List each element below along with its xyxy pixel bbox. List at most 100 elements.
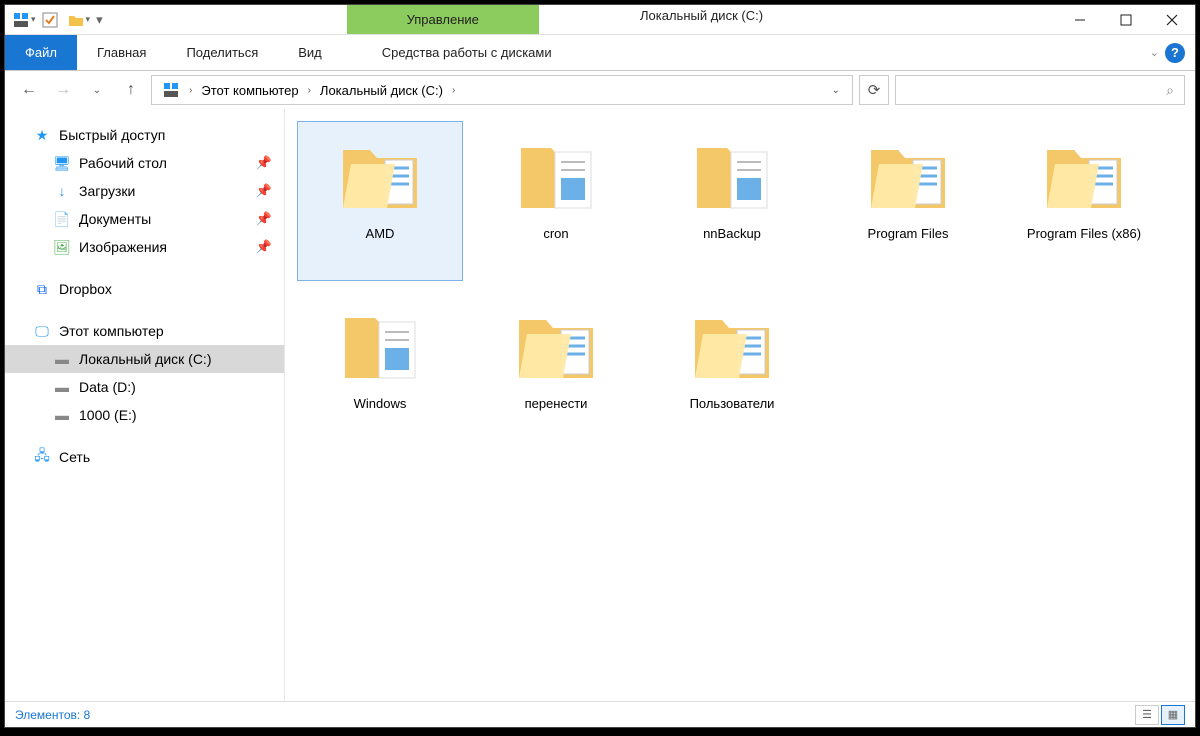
- sidebar-quick-access[interactable]: ★ Быстрый доступ: [5, 121, 284, 149]
- folder-icon: [687, 130, 777, 220]
- folder-item[interactable]: AMD: [297, 121, 463, 281]
- sidebar-item-label: Документы: [79, 211, 151, 227]
- refresh-button[interactable]: ⟳: [859, 75, 889, 105]
- folder-icon: [1039, 130, 1129, 220]
- folder-icon: [511, 300, 601, 390]
- context-tab[interactable]: Управление: [347, 5, 539, 34]
- maximize-button[interactable]: [1103, 5, 1149, 35]
- titlebar: ▾ ▾ ▾ Управление Локальный диск (C:): [5, 5, 1195, 35]
- star-icon: ★: [33, 126, 51, 144]
- sidebar-this-pc[interactable]: 🖵 Этот компьютер: [5, 317, 284, 345]
- folder-item[interactable]: Program Files (x86): [1001, 121, 1167, 281]
- chevron-right-icon[interactable]: ›: [186, 85, 195, 96]
- sidebar-drive-item[interactable]: ▬ Data (D:): [5, 373, 284, 401]
- folder-label: nnBackup: [703, 226, 761, 243]
- pin-icon: 📌: [256, 211, 272, 227]
- sidebar-quick-item[interactable]: 📄 Документы 📌: [5, 205, 284, 233]
- downloads-icon: ↓: [53, 182, 71, 200]
- drive-icon: ▬: [53, 350, 71, 368]
- sidebar-quick-item[interactable]: 🖥 Рабочий стол 📌: [5, 149, 284, 177]
- sidebar-network[interactable]: 🖧 Сеть: [5, 443, 284, 471]
- folder-label: AMD: [366, 226, 395, 243]
- status-bar: Элементов: 8 ☰ ▦: [5, 701, 1195, 727]
- sidebar-item-label: 1000 (E:): [79, 407, 137, 423]
- pin-icon: 📌: [256, 155, 272, 171]
- chevron-right-icon[interactable]: ›: [449, 85, 458, 96]
- folder-label: Пользователи: [690, 396, 775, 413]
- folder-label: Program Files: [868, 226, 949, 243]
- sidebar-drive-item[interactable]: ▬ 1000 (E:): [5, 401, 284, 429]
- folder-icon: [511, 130, 601, 220]
- sidebar-dropbox[interactable]: ⧉ Dropbox: [5, 275, 284, 303]
- breadcrumb-segment-0[interactable]: Этот компьютер: [195, 83, 304, 98]
- window-title: Локальный диск (C:): [640, 8, 763, 23]
- dropbox-icon: ⧉: [33, 280, 51, 298]
- qat-dropdown-1[interactable]: ▾: [31, 14, 36, 25]
- pin-icon: 📌: [256, 183, 272, 199]
- qat-folder-icon[interactable]: [64, 8, 88, 32]
- sidebar-item-label: Рабочий стол: [79, 155, 167, 171]
- up-button[interactable]: ↑: [117, 76, 145, 104]
- address-root-icon[interactable]: [156, 81, 186, 99]
- sidebar-item-label: Загрузки: [79, 183, 135, 199]
- qat-dropdown-2[interactable]: ▾: [86, 14, 91, 25]
- folder-icon: [687, 300, 777, 390]
- help-icon[interactable]: ?: [1165, 43, 1185, 63]
- sidebar-item-label: Изображения: [79, 239, 167, 255]
- search-box[interactable]: ⌕: [895, 75, 1185, 105]
- search-icon[interactable]: ⌕: [1156, 82, 1184, 99]
- pin-icon: 📌: [256, 239, 272, 255]
- drive-icon: ▬: [53, 406, 71, 424]
- sidebar-item-label: Data (D:): [79, 379, 136, 395]
- quick-access-toolbar: ▾ ▾ ▾: [5, 5, 107, 34]
- tab-drive-tools[interactable]: Средства работы с дисками: [362, 35, 572, 70]
- folder-item[interactable]: cron: [473, 121, 639, 281]
- folder-item[interactable]: перенести: [473, 291, 639, 451]
- network-icon: 🖧: [33, 448, 51, 466]
- search-input[interactable]: [896, 83, 1156, 98]
- sidebar-quick-item[interactable]: 🖼 Изображения 📌: [5, 233, 284, 261]
- folder-icon: [863, 130, 953, 220]
- folder-item[interactable]: Program Files: [825, 121, 991, 281]
- folder-icon: [335, 300, 425, 390]
- folder-item[interactable]: Windows: [297, 291, 463, 451]
- tab-share[interactable]: Поделиться: [166, 35, 278, 70]
- view-large-icons-button[interactable]: ▦: [1161, 705, 1185, 725]
- qat-properties-icon[interactable]: [9, 8, 33, 32]
- address-bar[interactable]: › Этот компьютер › Локальный диск (C:) ›…: [151, 75, 853, 105]
- drive-icon: ▬: [53, 378, 71, 396]
- item-count: Элементов: 8: [15, 708, 90, 722]
- forward-button[interactable]: →: [49, 76, 77, 104]
- address-dropdown[interactable]: ⌄: [824, 85, 848, 96]
- desktop-icon: 🖥: [53, 154, 71, 172]
- sidebar-item-label: Dropbox: [59, 281, 112, 297]
- sidebar-quick-item[interactable]: ↓ Загрузки 📌: [5, 177, 284, 205]
- sidebar-item-label: Сеть: [59, 449, 90, 465]
- file-tab[interactable]: Файл: [5, 35, 77, 70]
- pictures-icon: 🖼: [53, 238, 71, 256]
- documents-icon: 📄: [53, 210, 71, 228]
- minimize-button[interactable]: [1057, 5, 1103, 35]
- breadcrumb-segment-1[interactable]: Локальный диск (C:): [314, 83, 449, 98]
- tab-home[interactable]: Главная: [77, 35, 166, 70]
- recent-locations[interactable]: ⌄: [83, 76, 111, 104]
- folder-label: Program Files (x86): [1027, 226, 1141, 243]
- chevron-right-icon[interactable]: ›: [305, 85, 314, 96]
- folder-label: cron: [543, 226, 568, 243]
- navigation-pane: ★ Быстрый доступ 🖥 Рабочий стол 📌↓ Загру…: [5, 109, 285, 701]
- qat-checkbox-icon[interactable]: [38, 8, 62, 32]
- tab-view[interactable]: Вид: [278, 35, 342, 70]
- qat-overflow[interactable]: ▾: [96, 12, 103, 28]
- folder-icon: [335, 130, 425, 220]
- sidebar-item-label: Этот компьютер: [59, 323, 164, 339]
- sidebar-drive-item[interactable]: ▬ Локальный диск (C:): [5, 345, 284, 373]
- close-button[interactable]: [1149, 5, 1195, 35]
- view-details-button[interactable]: ☰: [1135, 705, 1159, 725]
- ribbon-collapse[interactable]: ⌄: [1150, 46, 1159, 59]
- folder-view[interactable]: AMD cron nnBackup Program Files Program …: [285, 109, 1195, 701]
- folder-item[interactable]: Пользователи: [649, 291, 815, 451]
- folder-label: Windows: [354, 396, 407, 413]
- folder-item[interactable]: nnBackup: [649, 121, 815, 281]
- folder-label: перенести: [525, 396, 588, 413]
- back-button[interactable]: ←: [15, 76, 43, 104]
